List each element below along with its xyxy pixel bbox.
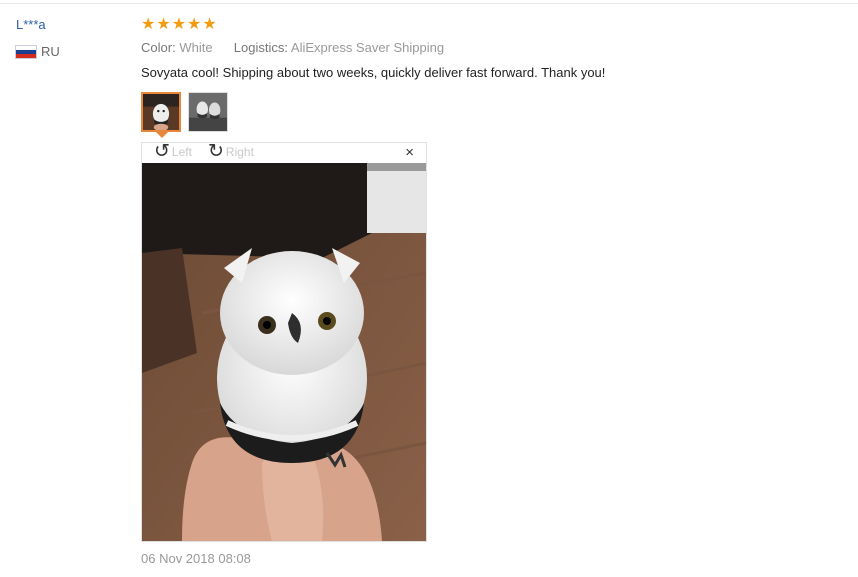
star-icon: ★ — [171, 16, 187, 33]
reviewer-name: L***a — [16, 17, 46, 32]
rotate-right-icon: ↻ — [208, 141, 224, 162]
rotate-left-icon: ↺ — [154, 141, 170, 162]
star-icon: ★ — [156, 16, 171, 33]
star-icon: ★ — [141, 16, 156, 33]
logistics-label: Logistics: — [233, 40, 288, 55]
photo-viewer: ↺ Left ↻ Right × — [141, 142, 427, 542]
owl-thumbnail-image — [189, 93, 227, 131]
review-photo-large — [142, 163, 426, 541]
reviewer-country: RU — [16, 44, 60, 59]
rotate-left-label: Left — [171, 145, 192, 159]
rotate-right-label: Right — [225, 145, 254, 159]
star-rating: ★ ★ ★ ★ ★ — [141, 15, 217, 35]
rotate-right-button[interactable]: ↻ Right — [208, 141, 254, 162]
viewer-toolbar: ↺ Left ↻ Right × — [142, 141, 426, 163]
rotate-left-button[interactable]: ↺ Left — [154, 141, 192, 162]
country-code: RU — [41, 44, 60, 59]
color-label: Color: — [141, 40, 176, 55]
owl-photo-image — [142, 163, 426, 541]
selected-thumbnail-pointer — [156, 132, 168, 138]
review-top-divider — [0, 3, 858, 4]
russia-flag-icon — [16, 45, 36, 58]
order-attributes: Color: White Logistics: AliExpress Saver… — [141, 40, 444, 55]
star-icon: ★ — [202, 16, 217, 33]
owl-thumbnail-image — [143, 94, 179, 130]
review-timestamp: 06 Nov 2018 08:08 — [141, 551, 251, 566]
review-text: Sovyata cool! Shipping about two weeks, … — [141, 65, 606, 80]
color-value: White — [179, 40, 213, 55]
review-photo-thumbnail-2[interactable] — [188, 92, 228, 132]
logistics-value: AliExpress Saver Shipping — [290, 40, 445, 55]
close-viewer-button[interactable]: × — [405, 145, 414, 161]
star-icon: ★ — [187, 16, 202, 33]
review-photo-thumbnail-1[interactable] — [141, 92, 181, 132]
